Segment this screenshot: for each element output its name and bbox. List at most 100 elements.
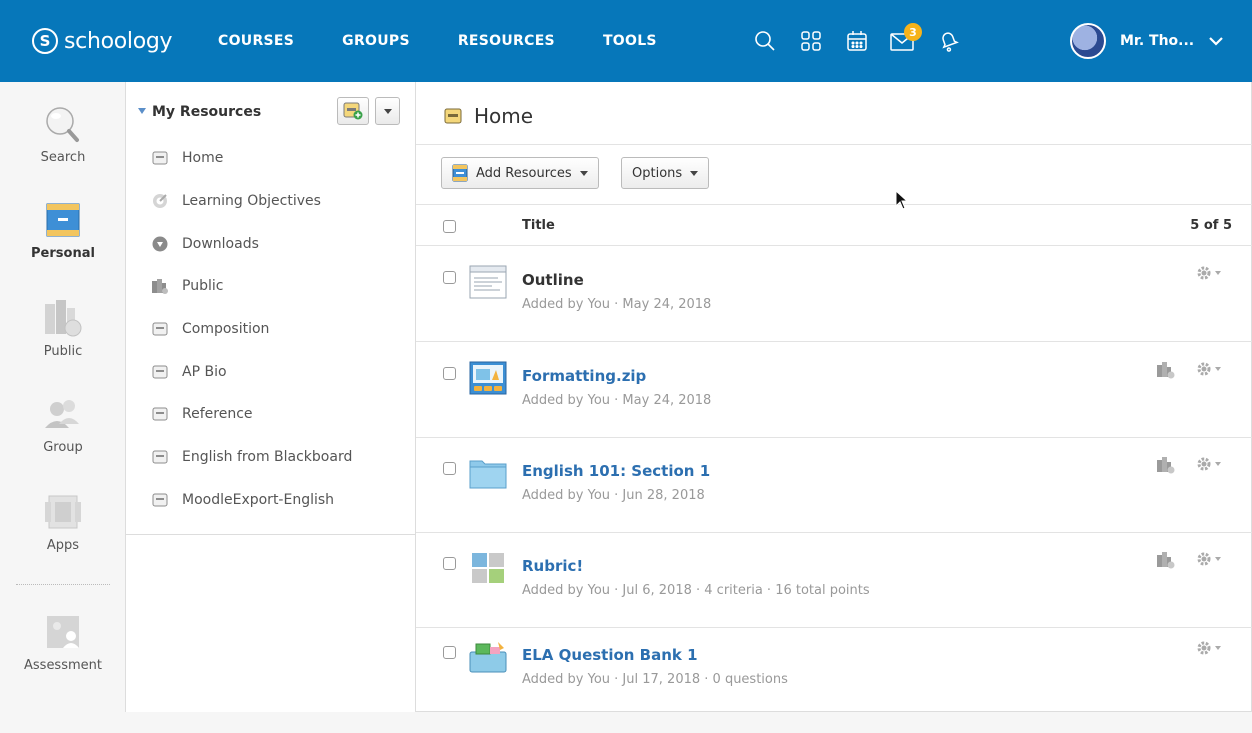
resource-title[interactable]: ELA Question Bank 1	[522, 646, 698, 664]
resource-title[interactable]: Formatting.zip	[522, 367, 646, 385]
rail-divider	[16, 584, 110, 585]
dropdown-arrow-icon	[579, 170, 588, 176]
options-button[interactable]: Options	[621, 157, 710, 189]
apps-grid-icon[interactable]	[788, 0, 834, 82]
row-gear-menu[interactable]	[1196, 361, 1221, 377]
nav-resources[interactable]: RESOURCES	[458, 33, 555, 49]
question-bank-icon	[469, 642, 507, 673]
notifications-bell-icon[interactable]	[926, 0, 972, 82]
row-checkbox[interactable]	[443, 271, 456, 284]
table-row[interactable]: ELA Question Bank 1 Added by You · Jul 1…	[416, 622, 1252, 717]
page-icon	[469, 265, 507, 299]
resource-meta: Added by You · Jun 28, 2018	[522, 488, 705, 503]
resource-meta: Added by You · Jul 6, 2018 · 4 criteria …	[522, 583, 870, 598]
collection-item-public[interactable]: Public	[126, 265, 416, 308]
row-gear-menu[interactable]	[1196, 456, 1221, 472]
gear-dropdown-icon	[1215, 462, 1221, 466]
row-checkbox[interactable]	[443, 367, 456, 380]
rail-item-personal[interactable]: Personal	[0, 200, 126, 261]
collection-label: Composition	[182, 321, 270, 338]
rail-label: Apps	[46, 538, 80, 553]
avatar	[1070, 23, 1106, 59]
rail-item-public[interactable]: Public	[0, 298, 126, 359]
public-buildings-icon	[41, 298, 85, 338]
rail-item-assessment[interactable]: Assessment	[0, 612, 126, 673]
box-icon	[444, 108, 462, 124]
my-resources-header: My Resources	[126, 82, 416, 144]
row-checkbox[interactable]	[443, 462, 456, 475]
collection-item-home[interactable]: Home	[126, 137, 416, 180]
collection-item-composition[interactable]: Composition	[126, 308, 416, 351]
collection-options-dropdown[interactable]	[375, 97, 400, 125]
row-gear-menu[interactable]	[1196, 640, 1221, 656]
row-gear-menu[interactable]	[1196, 265, 1221, 281]
gear-dropdown-icon	[1215, 367, 1221, 371]
calendar-icon[interactable]	[834, 0, 880, 82]
rail-item-group[interactable]: Group	[0, 394, 126, 455]
collection-label: English from Blackboard	[182, 449, 353, 466]
table-row[interactable]: English 101: Section 1 Added by You · Ju…	[416, 438, 1252, 533]
collection-label: AP Bio	[182, 363, 227, 380]
message-count-badge: 3	[904, 23, 922, 41]
search-icon[interactable]	[742, 0, 788, 82]
schoology-logo[interactable]: S schoology	[32, 28, 218, 54]
assessment-icon	[41, 612, 85, 652]
row-gear-menu[interactable]	[1196, 551, 1221, 567]
collection-item-learning-objectives[interactable]: Learning Objectives	[126, 180, 416, 223]
resource-meta: Added by You · May 24, 2018	[522, 393, 712, 408]
column-header-title[interactable]: Title	[522, 218, 555, 233]
table-row[interactable]: Rubric! Added by You · Jul 6, 2018 · 4 c…	[416, 533, 1252, 628]
apps-icon	[41, 492, 85, 532]
table-row[interactable]: Formatting.zip Added by You · May 24, 20…	[416, 343, 1252, 438]
resource-meta: Added by You · Jul 17, 2018 · 0 question…	[522, 672, 788, 687]
collection-item-moodleexport-english[interactable]: MoodleExport-English	[126, 479, 416, 522]
rail-label: Search	[40, 150, 86, 165]
folder-icon	[469, 460, 507, 489]
gear-dropdown-icon	[1215, 557, 1221, 561]
add-collection-icon	[343, 102, 363, 120]
collection-item-downloads[interactable]: Downloads	[126, 222, 416, 265]
rail-item-apps[interactable]: Apps	[0, 492, 126, 553]
resource-title[interactable]: Outline	[522, 271, 584, 289]
add-resources-button[interactable]: Add Resources	[441, 157, 599, 189]
gear-icon	[1197, 641, 1211, 655]
magnifier-icon	[41, 104, 85, 144]
rail-item-search[interactable]: Search	[0, 104, 126, 165]
row-checkbox[interactable]	[443, 646, 456, 659]
rail-label: Personal	[31, 246, 95, 261]
box-icon	[150, 492, 170, 508]
add-resource-box-icon	[452, 164, 468, 182]
messages-icon[interactable]: 3	[880, 0, 926, 82]
collapse-caret-icon[interactable]	[138, 108, 146, 114]
dropdown-arrow-icon	[690, 170, 699, 176]
nav-tools[interactable]: TOOLS	[603, 33, 657, 49]
collection-item-ap-bio[interactable]: AP Bio	[126, 350, 416, 393]
gear-dropdown-icon	[1215, 271, 1221, 275]
logo-mark: S	[32, 28, 58, 54]
collection-list: Home Learning Objectives Downloads Publi…	[126, 137, 416, 521]
package-icon	[469, 361, 507, 395]
row-checkbox[interactable]	[443, 557, 456, 570]
collection-item-english-from-blackboard[interactable]: English from Blackboard	[126, 436, 416, 479]
public-buildings-icon	[150, 278, 170, 295]
options-label: Options	[632, 165, 683, 181]
collection-label: Public	[182, 278, 224, 295]
nav-groups[interactable]: GROUPS	[342, 33, 410, 49]
resource-title[interactable]: Rubric!	[522, 557, 583, 575]
select-all-checkbox[interactable]	[443, 220, 456, 233]
my-resources-title[interactable]: My Resources	[152, 104, 261, 120]
top-navigation-bar: S schoology COURSES GROUPS RESOURCES TOO…	[0, 0, 1252, 82]
collection-label: Downloads	[182, 235, 259, 252]
user-menu[interactable]: Mr. Tho...	[1070, 0, 1224, 82]
nav-courses[interactable]: COURSES	[218, 33, 294, 49]
item-count: 5 of 5	[1190, 218, 1232, 233]
resource-meta: Added by You · May 24, 2018	[522, 297, 712, 312]
collection-item-reference[interactable]: Reference	[126, 393, 416, 436]
public-buildings-icon	[1157, 552, 1175, 569]
add-collection-button[interactable]	[337, 97, 369, 125]
resource-title[interactable]: English 101: Section 1	[522, 462, 710, 480]
rail-label: Assessment	[24, 658, 102, 673]
table-row[interactable]: Outline Added by You · May 24, 2018	[416, 247, 1252, 342]
group-people-icon	[41, 394, 85, 434]
logo-text: schoology	[64, 28, 173, 54]
